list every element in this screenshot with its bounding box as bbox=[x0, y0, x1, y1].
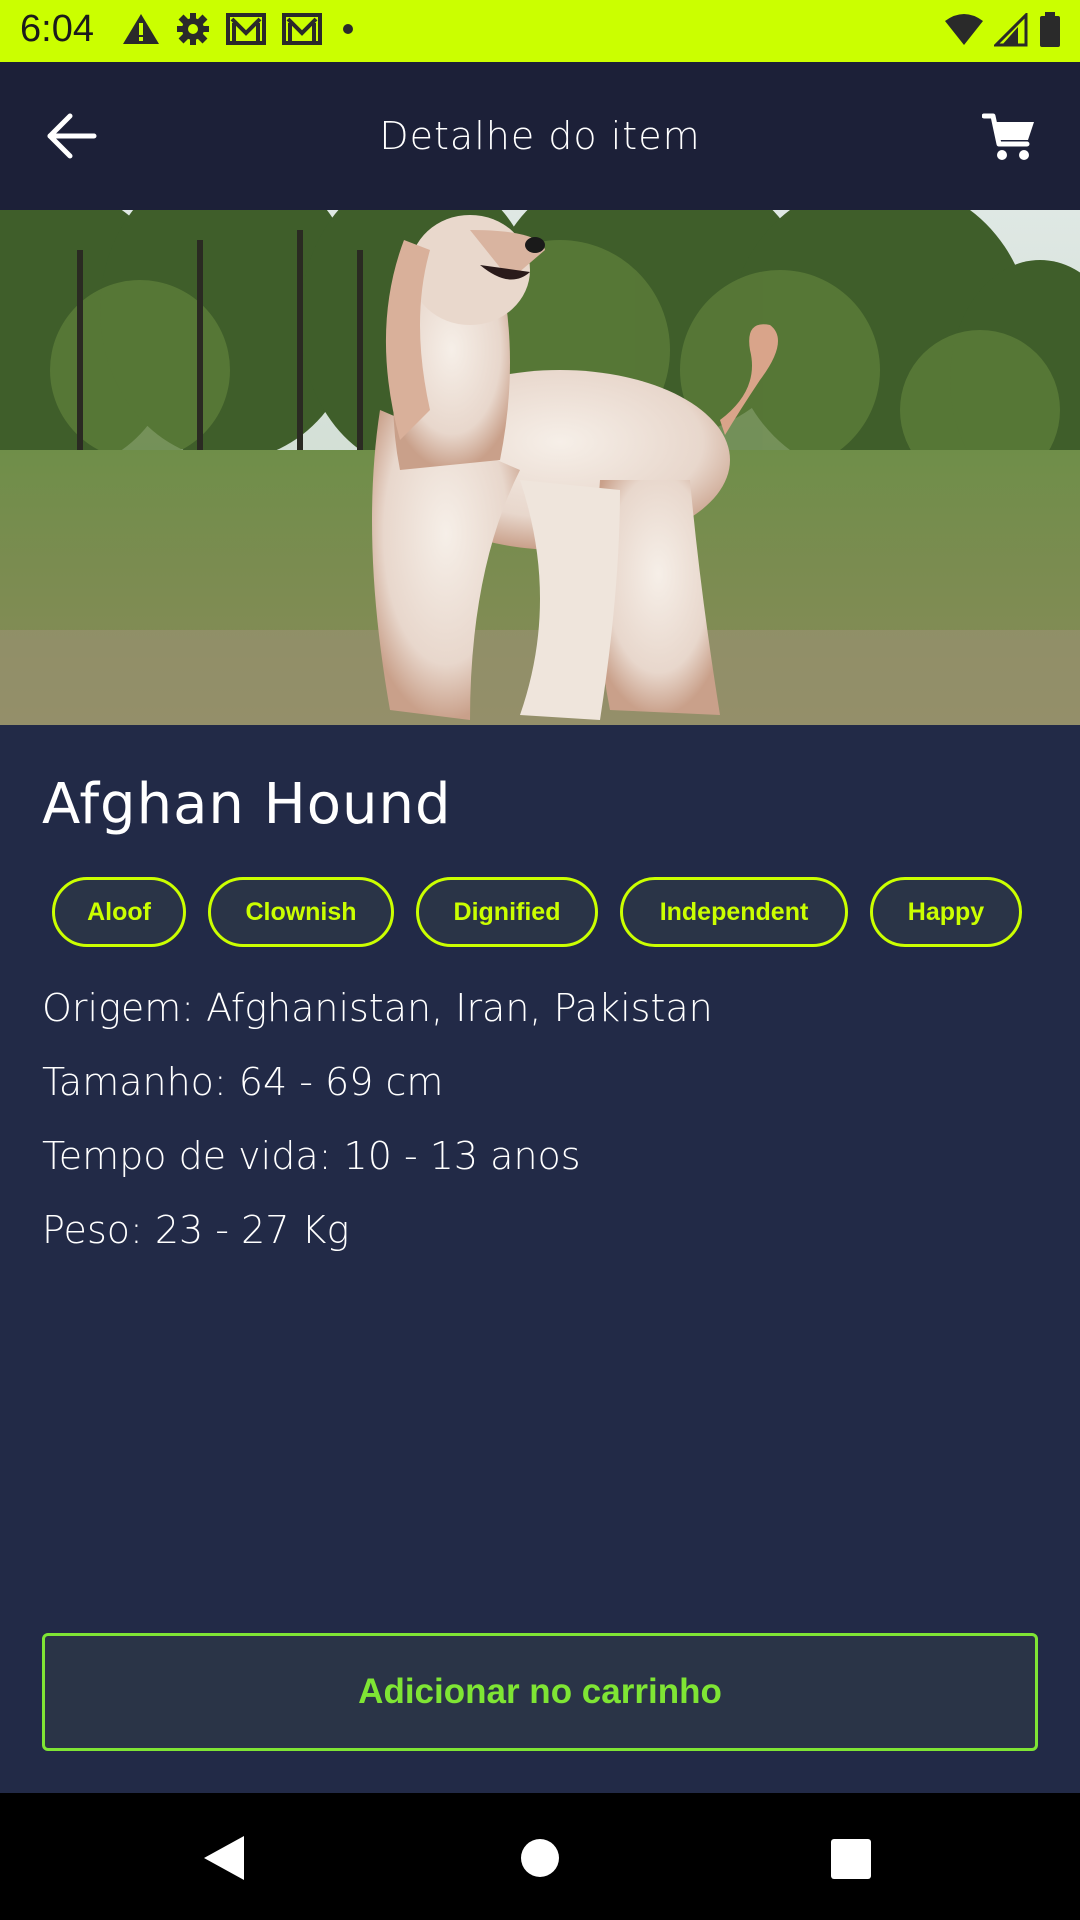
status-bar: 6:04 bbox=[0, 0, 1080, 62]
origin-text: Origem: Afghanistan, Iran, Pakistan bbox=[42, 986, 713, 1030]
life-span-text: Tempo de vida: 10 - 13 anos bbox=[42, 1134, 581, 1178]
cart-button[interactable] bbox=[981, 110, 1036, 164]
nav-home-button[interactable] bbox=[518, 1833, 562, 1887]
system-nav-bar bbox=[0, 1793, 1080, 1920]
shopping-cart-icon bbox=[981, 113, 1034, 160]
add-to-cart-button[interactable]: Adicionar no carrinho bbox=[42, 1633, 1038, 1751]
item-name: Afghan Hound bbox=[42, 772, 452, 837]
home-circle-icon bbox=[521, 1839, 559, 1877]
status-icons-left bbox=[122, 12, 358, 46]
size-text: Tamanho: 64 - 69 cm bbox=[42, 1060, 444, 1104]
temperament-chip[interactable]: Happy bbox=[870, 877, 1022, 947]
item-image bbox=[0, 210, 1080, 725]
temperament-chip[interactable]: Independent bbox=[620, 877, 848, 947]
dog-photo bbox=[0, 210, 1080, 725]
recents-square-icon bbox=[831, 1839, 871, 1879]
battery-icon bbox=[1040, 12, 1060, 47]
gmail-icon bbox=[282, 13, 322, 45]
signal-icon bbox=[994, 13, 1028, 47]
dot-icon bbox=[343, 24, 353, 34]
warning-icon bbox=[123, 14, 159, 44]
temperament-chip[interactable]: Aloof bbox=[52, 877, 186, 947]
app-bar: Detalhe do item bbox=[0, 62, 1080, 210]
settings-icon bbox=[177, 13, 209, 45]
back-triangle-icon bbox=[204, 1836, 244, 1880]
wifi-icon bbox=[945, 14, 983, 45]
status-icons-right bbox=[944, 12, 1062, 48]
temperament-chips: Aloof Clownish Dignified Independent Hap… bbox=[52, 877, 1022, 947]
temperament-chip[interactable]: Clownish bbox=[208, 877, 394, 947]
page-title: Detalhe do item bbox=[379, 114, 701, 158]
nav-recents-button[interactable] bbox=[828, 1833, 874, 1887]
gmail-icon bbox=[226, 13, 266, 45]
temperament-chip[interactable]: Dignified bbox=[416, 877, 598, 947]
weight-text: Peso: 23 - 27 Kg bbox=[42, 1208, 350, 1252]
nav-back-button[interactable] bbox=[200, 1833, 248, 1887]
status-time: 6:04 bbox=[20, 8, 94, 50]
